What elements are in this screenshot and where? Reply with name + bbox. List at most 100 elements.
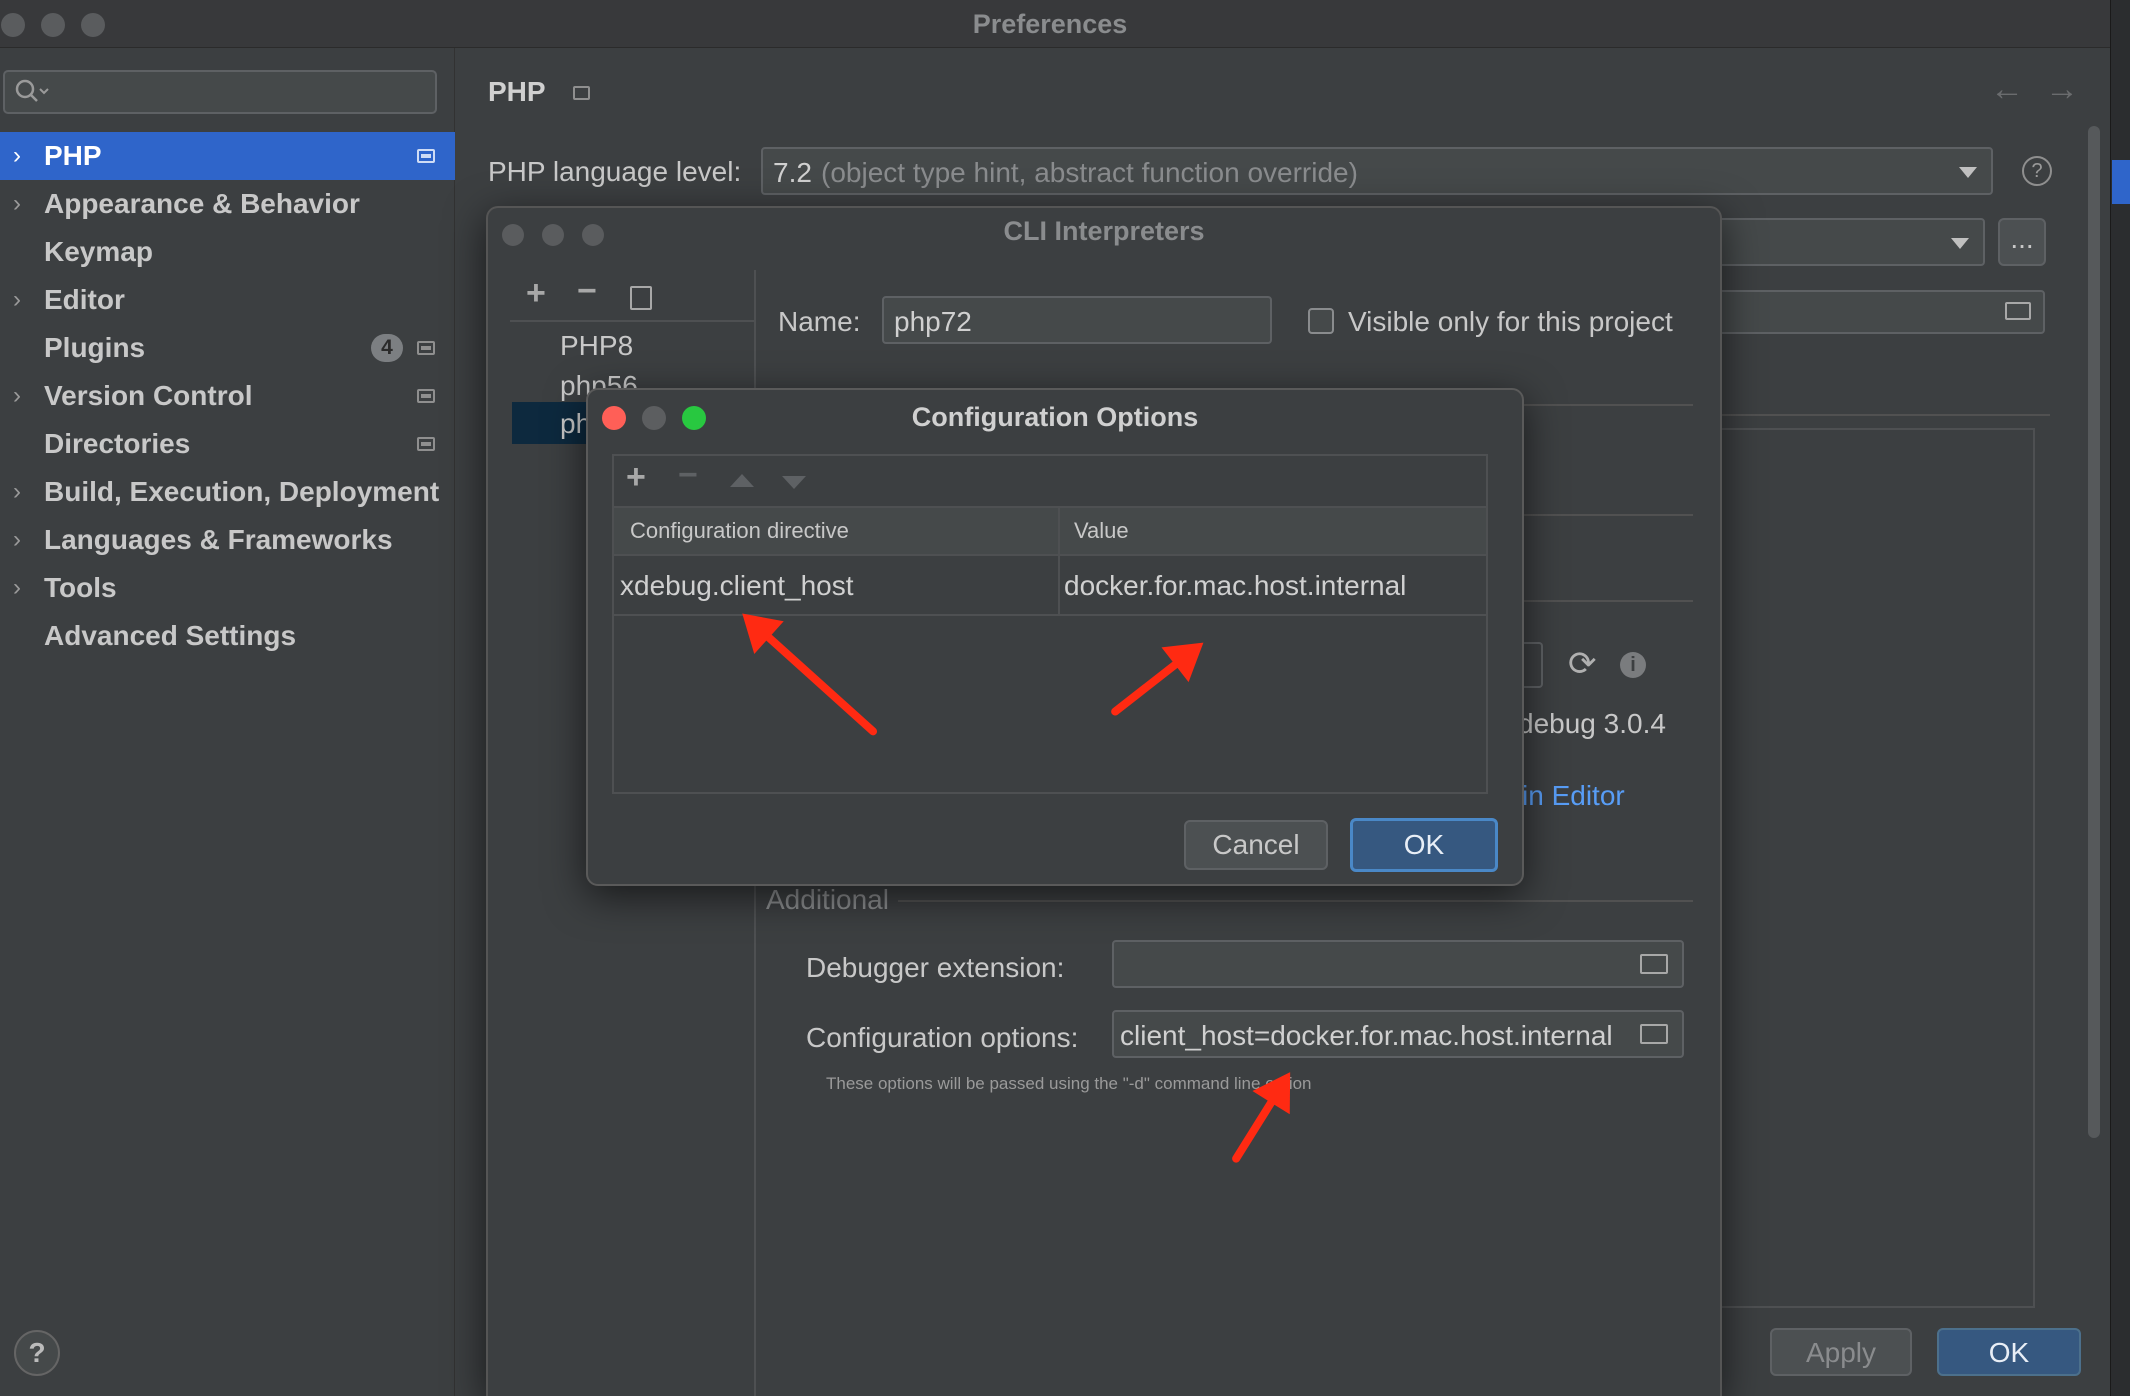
cli-dialog-title: CLI Interpreters — [1003, 216, 1205, 246]
row-directive: xdebug.client_host — [620, 570, 854, 601]
sidebar-item-label: Tools — [44, 572, 117, 603]
config-dialog-title: Configuration Options — [911, 402, 1199, 432]
back-arrow-icon[interactable]: ← — [1990, 70, 2024, 109]
search-icon — [15, 79, 49, 102]
sidebar-item-label: Editor — [44, 284, 125, 315]
language-level-label: PHP language level: — [488, 156, 742, 187]
config-close-button[interactable] — [602, 406, 626, 430]
sidebar-item[interactable]: Directories — [0, 420, 455, 468]
chevron-right-icon[interactable]: › — [13, 564, 21, 612]
folder-icon[interactable] — [1640, 954, 1668, 974]
pin-icon — [417, 389, 435, 403]
info-icon[interactable]: i — [1620, 652, 1646, 678]
pin-icon — [417, 149, 435, 163]
name-field[interactable]: php72 — [882, 296, 1272, 344]
remove-icon[interactable]: − — [678, 456, 698, 495]
configuration-options-dialog: Configuration Options + − Configuration … — [586, 388, 1524, 886]
cli-close-button[interactable] — [502, 224, 524, 246]
config-zoom-button[interactable] — [682, 406, 706, 430]
sidebar-item[interactable]: › Version Control — [0, 372, 455, 420]
config-options-value: client_host=docker.for.mac.host.internal — [1120, 1020, 1613, 1051]
path-field[interactable] — [1700, 290, 2045, 334]
add-icon[interactable]: + — [526, 274, 546, 313]
copy-icon[interactable] — [630, 286, 652, 310]
settings-search-input[interactable] — [3, 70, 437, 114]
chevron-right-icon[interactable]: › — [13, 276, 21, 324]
chevron-right-icon[interactable]: › — [13, 372, 21, 420]
sidebar-item[interactable]: › Languages & Frameworks — [0, 516, 455, 564]
sidebar-item[interactable]: › PHP — [0, 132, 455, 180]
pin-icon — [417, 437, 435, 451]
remove-icon[interactable]: − — [577, 272, 597, 311]
debugger-extension-label: Debugger extension: — [806, 952, 1065, 983]
ok-button[interactable]: OK — [1937, 1328, 2081, 1376]
chevron-down-icon — [1951, 238, 1969, 249]
cli-zoom-button[interactable] — [582, 224, 604, 246]
update-count-badge: 4 — [371, 334, 403, 362]
cli-minimize-button[interactable] — [542, 224, 564, 246]
sidebar-item[interactable]: Plugins 4 — [0, 324, 455, 372]
sidebar-item-label: Directories — [44, 428, 191, 459]
add-icon[interactable]: + — [626, 458, 646, 497]
help-button[interactable]: ? — [14, 1330, 60, 1376]
sidebar-item[interactable]: › Editor — [0, 276, 455, 324]
name-label: Name: — [778, 306, 861, 337]
chevron-right-icon[interactable]: › — [13, 132, 21, 180]
sidebar-item-label: Build, Execution, Deployment — [44, 476, 440, 507]
content-panel — [1720, 428, 2035, 1308]
config-options-field[interactable]: client_host=docker.for.mac.host.internal — [1112, 1010, 1684, 1058]
sidebar-item-label: PHP — [44, 140, 102, 171]
background-window-tab — [2112, 160, 2130, 204]
column-header-value[interactable]: Value — [1074, 518, 1129, 544]
sidebar-item-label: Keymap — [44, 236, 153, 267]
name-value: php72 — [894, 306, 972, 337]
sidebar-item-label: Plugins — [44, 332, 146, 363]
column-header-directive[interactable]: Configuration directive — [630, 518, 849, 544]
pin-icon — [417, 341, 435, 355]
move-up-icon[interactable] — [730, 474, 754, 487]
config-options-hint: These options will be passed using the "… — [826, 1074, 1312, 1093]
additional-separator — [898, 900, 1693, 902]
chevron-down-icon — [1959, 167, 1977, 178]
sidebar-item[interactable]: › Appearance & Behavior — [0, 180, 455, 228]
chevron-right-icon[interactable]: › — [13, 468, 21, 516]
cancel-button[interactable]: Cancel — [1184, 820, 1328, 870]
ok-button[interactable]: OK — [1350, 818, 1498, 872]
sidebar-item[interactable]: Keymap — [0, 228, 455, 276]
sidebar-item-label: Languages & Frameworks — [44, 524, 393, 555]
pin-icon[interactable] — [573, 86, 590, 100]
open-in-editor-link[interactable]: in Editor — [1522, 780, 1625, 812]
language-level-version: 7.2 — [773, 157, 812, 188]
forward-arrow-icon[interactable]: → — [2045, 70, 2079, 109]
sidebar-item[interactable]: › Tools — [0, 564, 455, 612]
toolbar-separator — [510, 320, 756, 322]
sidebar-item-label: Version Control — [44, 380, 253, 411]
apply-button[interactable]: Apply — [1770, 1328, 1912, 1376]
cli-interpreter-select[interactable] — [1700, 218, 1985, 266]
refresh-icon[interactable]: ⟳ — [1568, 644, 1597, 684]
sidebar-item[interactable]: Advanced Settings — [0, 612, 455, 660]
vertical-scrollbar[interactable] — [2088, 126, 2100, 1138]
separator-line — [1720, 414, 2050, 416]
background-window-edge — [2110, 0, 2130, 1396]
sidebar-item-label: Appearance & Behavior — [44, 188, 360, 219]
chevron-right-icon[interactable]: › — [13, 516, 21, 564]
window-title: Preferences — [972, 9, 1128, 39]
interpreter-item[interactable]: PHP8 — [560, 330, 633, 362]
sidebar-item[interactable]: › Build, Execution, Deployment — [0, 468, 455, 516]
visible-only-label: Visible only for this project — [1348, 306, 1673, 337]
folder-icon[interactable] — [2005, 302, 2031, 320]
chevron-right-icon[interactable]: › — [13, 180, 21, 228]
sidebar-item-label: Advanced Settings — [44, 620, 297, 651]
browse-interpreters-button[interactable]: ... — [1998, 218, 2046, 266]
debugger-extension-field[interactable] — [1112, 940, 1684, 988]
config-options-label: Configuration options: — [806, 1022, 1079, 1053]
question-icon[interactable]: ? — [2022, 156, 2052, 186]
language-level-select[interactable]: 7.2 (object type hint, abstract function… — [761, 147, 1993, 195]
language-level-description: (object type hint, abstract function ove… — [821, 157, 1358, 188]
visible-only-checkbox[interactable] — [1308, 308, 1334, 334]
config-minimize-button[interactable] — [642, 406, 666, 430]
folder-icon[interactable] — [1640, 1024, 1668, 1044]
move-down-icon[interactable] — [782, 476, 806, 489]
page-title: PHP — [488, 76, 546, 107]
